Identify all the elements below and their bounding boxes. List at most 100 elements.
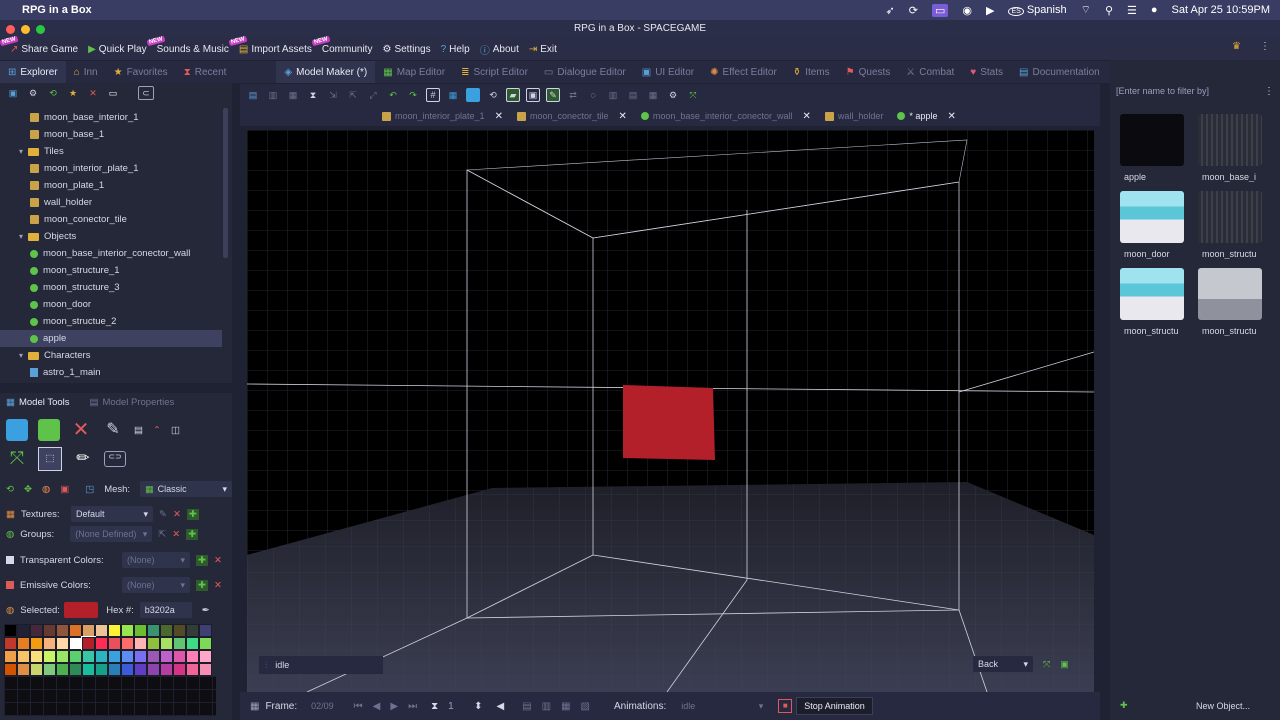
tab-items[interactable]: ⚱ Items [785, 61, 838, 83]
hex-input[interactable]: b3202a [139, 602, 192, 618]
groups-select[interactable]: (None Defined) ▾ [70, 526, 153, 542]
resize-icon[interactable]: ⤢ [366, 88, 380, 102]
move-tool-icon[interactable]: ⤧ [6, 448, 28, 470]
palette-swatch[interactable] [30, 637, 43, 650]
palette-swatch[interactable] [199, 663, 212, 676]
palette-swatch[interactable] [17, 663, 30, 676]
asset-thumbnail[interactable] [1120, 268, 1184, 320]
add-texture-icon[interactable]: ✚ [186, 508, 199, 520]
stop-animation-button[interactable]: ■ [778, 699, 793, 713]
new-object-button[interactable]: ✚ New Object... [1120, 700, 1270, 711]
eyedropper-icon[interactable]: ✒ [202, 605, 210, 616]
add-transparent-icon[interactable]: ✚ [196, 554, 208, 566]
palette-swatch[interactable] [43, 650, 56, 663]
edit-texture-icon[interactable]: ✎ [159, 509, 167, 520]
palette-swatch[interactable] [160, 650, 173, 663]
tab-quests[interactable]: ⚑ Quests [838, 61, 899, 83]
palette-swatch[interactable] [108, 624, 121, 637]
close-tab-icon[interactable]: ✕ [947, 111, 955, 122]
tree-item[interactable]: moon_structure_3 [0, 279, 222, 296]
palette-swatch[interactable] [56, 663, 69, 676]
palette-swatch[interactable] [160, 637, 173, 650]
bucket-tool-icon[interactable]: ◫ [171, 425, 180, 436]
palette-swatch[interactable] [199, 624, 212, 637]
animations-select[interactable]: idle ▾ [676, 698, 769, 714]
tree-item[interactable]: moon_door [0, 296, 222, 313]
display-icon[interactable]: ▦ [646, 88, 660, 102]
palette-swatch[interactable] [108, 663, 121, 676]
lighting-icon[interactable]: ▤ [626, 88, 640, 102]
palette-swatch[interactable] [108, 650, 121, 663]
prev-frame-icon[interactable]: ◀ [373, 701, 381, 712]
rotate-view-icon[interactable]: ⟲ [486, 88, 500, 102]
tab-script-editor[interactable]: ≣ Script Editor [453, 61, 536, 83]
delete-icon[interactable]: ✕ [86, 86, 100, 100]
palette-swatch[interactable] [17, 650, 30, 663]
close-tab-icon[interactable]: ✕ [495, 111, 503, 122]
palette-swatch[interactable] [173, 650, 186, 663]
pencil-tool-icon[interactable]: ✏ [72, 448, 94, 470]
tab-effect-editor[interactable]: ✺ Effect Editor [702, 61, 785, 83]
shape-icon[interactable]: ▣ [60, 484, 69, 495]
palette-swatch[interactable] [82, 650, 95, 663]
import-icon[interactable]: ⇲ [326, 88, 340, 102]
tab-stats[interactable]: ♥ Stats [962, 61, 1011, 83]
grid-toggle-icon[interactable]: ⊂⊃ [104, 451, 126, 467]
menu-help[interactable]: ? Help [441, 44, 470, 55]
tree-item[interactable]: moon_interior_plate_1 [0, 160, 222, 177]
tree-item[interactable]: moon_base_1 [0, 126, 222, 143]
chevron-down-icon[interactable]: ▾ [16, 232, 26, 241]
reset-view-icon[interactable]: ▣ [1060, 659, 1069, 670]
next-frame-icon[interactable]: ▶ [390, 701, 398, 712]
fit-view-icon[interactable]: ⤧ [1043, 659, 1050, 670]
copy-icon[interactable]: ▦ [286, 88, 300, 102]
control-center-icon[interactable]: ☰ [1127, 4, 1137, 17]
collapse-icon[interactable]: ▭ [106, 86, 120, 100]
palette-swatch[interactable] [82, 663, 95, 676]
palette-swatch[interactable] [17, 637, 30, 650]
light-icon[interactable]: ✎ [546, 88, 560, 102]
tree-folder[interactable]: ▾ Tiles [0, 143, 222, 160]
palette-swatch[interactable] [134, 663, 147, 676]
palette-swatch[interactable] [95, 637, 108, 650]
wifi-icon[interactable]: ⌔ [1081, 3, 1091, 17]
palette-swatch[interactable] [82, 624, 95, 637]
last-frame-icon[interactable]: ⏭ [408, 701, 417, 712]
palette-swatch[interactable] [4, 663, 17, 676]
new-folder-icon[interactable]: ▣ [6, 86, 20, 100]
layer-icon[interactable]: ▦ [446, 88, 460, 102]
rocket-icon[interactable]: ➶ [886, 4, 895, 17]
tab-model-tools[interactable]: ▦ Model Tools [6, 397, 70, 408]
palette-swatch[interactable] [147, 650, 160, 663]
layer-tool-icon[interactable]: ▤ [134, 425, 143, 436]
minimize-window-button[interactable] [21, 25, 30, 34]
document-tab[interactable]: wall_holder [818, 111, 891, 121]
more-icon[interactable]: ⋮ [1260, 41, 1270, 52]
tab-model-maker[interactable]: ◈ Model Maker (*) [276, 61, 376, 83]
document-tab[interactable]: moon_conector_tile ✕ [510, 111, 634, 122]
refresh-icon[interactable]: ⟲ [46, 86, 60, 100]
tree-item[interactable]: moon_structue_2 [0, 313, 222, 330]
tab-documentation[interactable]: ▤ Documentation [1011, 61, 1108, 83]
asset-thumbnail[interactable] [1120, 114, 1184, 166]
palette-swatch[interactable] [56, 650, 69, 663]
palette-swatch[interactable] [147, 624, 160, 637]
mesh-select[interactable]: ▦ Classic ▾ [140, 481, 233, 497]
palette-swatch[interactable] [186, 637, 199, 650]
tree-item[interactable]: moon_plate_1 [0, 177, 222, 194]
custom-palette-slots[interactable] [4, 676, 216, 716]
3d-viewport[interactable]: ⫶ idle Back ▾ ⤧ ▣ [247, 130, 1094, 692]
palette-swatch[interactable] [186, 650, 199, 663]
duplicate-frame-icon[interactable]: ▥ [542, 701, 551, 712]
user-icon[interactable]: ● [1151, 4, 1158, 16]
record-icon[interactable]: ◉ [962, 4, 972, 17]
menu-about[interactable]: ⓘ About [480, 42, 519, 57]
view-settings-icon[interactable]: ⚙ [666, 88, 680, 102]
palette-swatch[interactable] [95, 650, 108, 663]
play-icon[interactable]: ▶ [986, 4, 994, 17]
palette-swatch[interactable] [173, 624, 186, 637]
palette-swatch[interactable] [69, 650, 82, 663]
palette-swatch[interactable] [199, 637, 212, 650]
document-tab[interactable]: moon_base_interior_conector_wall ✕ [634, 111, 818, 122]
palette-swatch[interactable] [43, 663, 56, 676]
